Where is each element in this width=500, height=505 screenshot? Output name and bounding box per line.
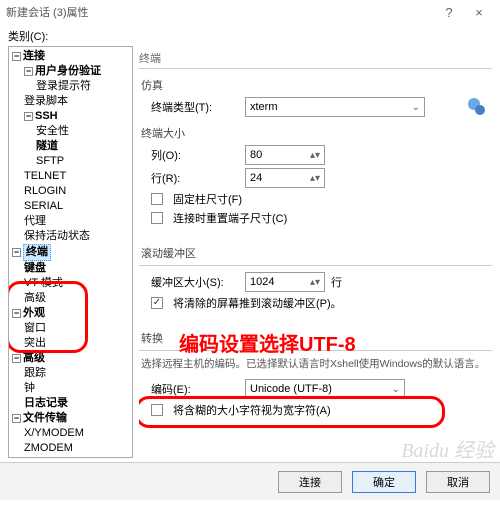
tree-window[interactable]: 窗口	[10, 321, 131, 336]
tree-vtmode[interactable]: VT 模式	[10, 276, 131, 291]
buffer-label: 缓冲区大小(S):	[151, 274, 239, 290]
convert-description: 选择远程主机的编码。已选择默认语言时Xshell使用Windows的默认语言。	[141, 357, 492, 371]
tree-appearance[interactable]: −外观	[10, 306, 131, 321]
tree-sftp[interactable]: SFTP	[10, 154, 131, 169]
titlebar: 新建会话 (3)属性 ? ×	[0, 0, 500, 24]
settings-panel: 终端 仿真 终端类型(T): xterm⌄ 终端大小 列(O): 80▴▾ 行(…	[139, 46, 492, 458]
tree-advanced-t[interactable]: 高级	[10, 291, 131, 306]
tree-login-prompt[interactable]: 登录提示符	[10, 79, 131, 94]
tree-highlight[interactable]: 突出	[10, 336, 131, 351]
buffer-unit: 行	[331, 274, 342, 290]
tree-keyboard[interactable]: 键盘	[10, 261, 131, 276]
tree-xymodem[interactable]: X/YMODEM	[10, 426, 131, 441]
cols-input[interactable]: 80▴▾	[245, 145, 325, 165]
halfwidth-label: 将含糊的大小字符视为宽字符(A)	[173, 402, 331, 418]
push-clear-label: 将清除的屏幕推到滚动缓冲区(P)。	[173, 295, 342, 311]
tree-rlogin[interactable]: RLOGIN	[10, 184, 131, 199]
tree-tunnel[interactable]: 隧道	[10, 139, 131, 154]
encoding-label: 编码(E):	[151, 381, 239, 397]
group-size: 终端大小	[141, 125, 492, 141]
tree-ssh[interactable]: −SSH	[10, 109, 131, 124]
encoding-select[interactable]: Unicode (UTF-8)⌄	[245, 379, 405, 399]
tree-terminal[interactable]: −终端	[10, 244, 131, 261]
chevron-down-icon: ⌄	[412, 102, 420, 113]
reset-on-connect-checkbox[interactable]	[151, 212, 163, 224]
annotation-text: 编码设置选择UTF-8	[179, 328, 356, 357]
group-simulation: 仿真	[141, 77, 492, 93]
terminal-type-label: 终端类型(T):	[151, 99, 239, 115]
tree-connection[interactable]: −连接	[10, 49, 131, 64]
fixed-cols-label: 固定柱尺寸(F)	[173, 191, 242, 207]
tree-trace[interactable]: 跟踪	[10, 366, 131, 381]
tree-auth[interactable]: −用户身份验证	[10, 64, 131, 79]
tree-telnet[interactable]: TELNET	[10, 169, 131, 184]
help-button[interactable]: ?	[434, 5, 464, 20]
dialog-footer: 连接 确定 取消	[0, 462, 500, 500]
category-tree[interactable]: −连接 −用户身份验证 登录提示符 登录脚本 −SSH 安全性 隧道 SFTP …	[8, 46, 133, 458]
push-clear-checkbox[interactable]	[151, 297, 163, 309]
tree-security[interactable]: 安全性	[10, 124, 131, 139]
reset-on-connect-label: 连接时重置端子尺寸(C)	[173, 210, 287, 226]
halfwidth-checkbox[interactable]	[151, 404, 163, 416]
ok-button[interactable]: 确定	[352, 471, 416, 493]
tree-keepalive[interactable]: 保持活动状态	[10, 229, 131, 244]
rows-input[interactable]: 24▴▾	[245, 168, 325, 188]
tree-zmodem[interactable]: ZMODEM	[10, 441, 131, 456]
connect-button[interactable]: 连接	[278, 471, 342, 493]
cols-label: 列(O):	[151, 147, 239, 163]
tree-bell[interactable]: 钟	[10, 381, 131, 396]
tree-serial[interactable]: SERIAL	[10, 199, 131, 214]
category-label: 类别(C):	[8, 28, 492, 44]
tree-file-transfer[interactable]: −文件传输	[10, 411, 131, 426]
cancel-button[interactable]: 取消	[426, 471, 490, 493]
fixed-cols-checkbox[interactable]	[151, 193, 163, 205]
gear-icon[interactable]	[464, 94, 488, 118]
panel-header: 终端	[139, 50, 492, 66]
close-button[interactable]: ×	[464, 5, 494, 20]
tree-login-script[interactable]: 登录脚本	[10, 94, 131, 109]
tree-proxy[interactable]: 代理	[10, 214, 131, 229]
window-title: 新建会话 (3)属性	[6, 4, 434, 20]
group-scroll: 滚动缓冲区	[141, 245, 492, 261]
tree-logging[interactable]: 日志记录	[10, 396, 131, 411]
rows-label: 行(R):	[151, 170, 239, 186]
chevron-down-icon: ⌄	[392, 384, 400, 395]
buffer-input[interactable]: 1024▴▾	[245, 272, 325, 292]
tree-advanced[interactable]: −高级	[10, 351, 131, 366]
terminal-type-select[interactable]: xterm⌄	[245, 97, 425, 117]
